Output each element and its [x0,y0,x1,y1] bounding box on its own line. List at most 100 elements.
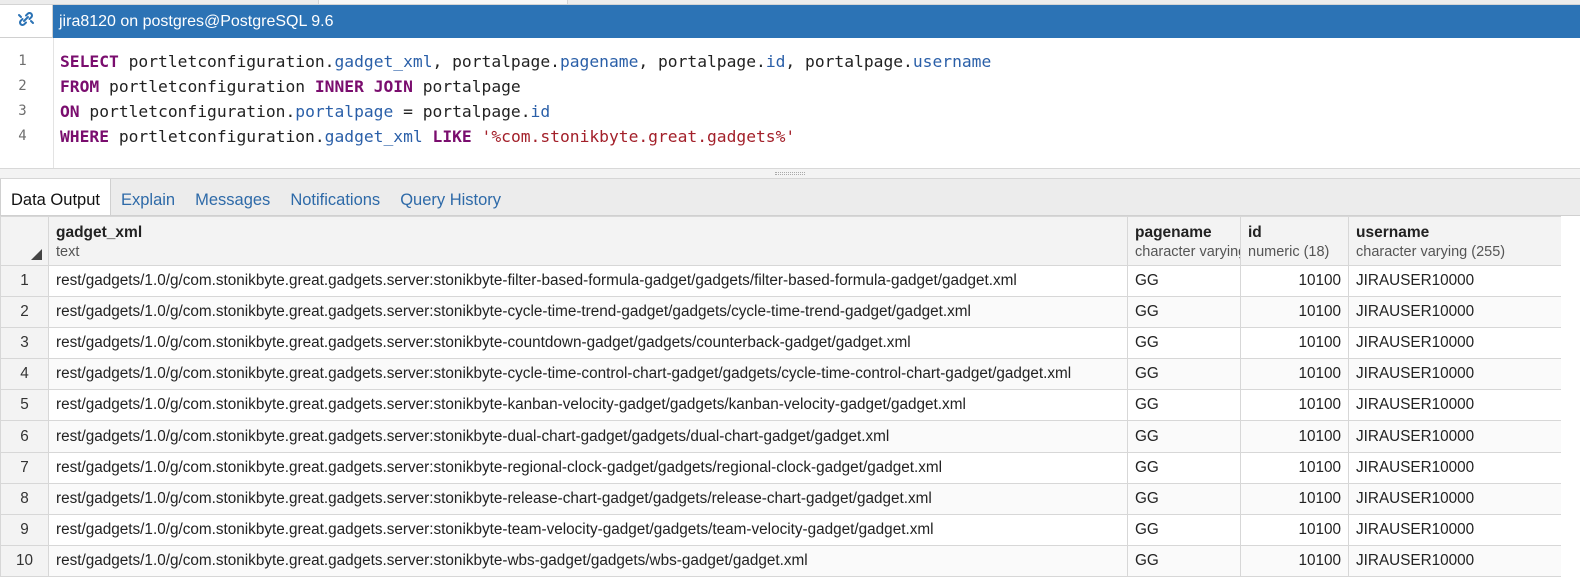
table-row[interactable]: 8 rest/gadgets/1.0/g/com.stonikbyte.great… [0,482,1562,515]
cell-gadget-xml[interactable]: rest/gadgets/1.0/g/com.stonikbyte.great.… [48,327,1128,360]
pane-splitter[interactable] [0,169,1580,179]
top-tab-strip [0,0,1580,5]
cell-id[interactable]: 10100 [1240,513,1349,546]
table-row[interactable]: 2 rest/gadgets/1.0/g/com.stonikbyte.great… [0,296,1562,329]
cell-pagename[interactable]: GG [1127,389,1241,422]
tab-query-history[interactable]: Query History [390,180,511,215]
cell-username[interactable]: JIRAUSER10000 [1348,544,1562,577]
tab-explain[interactable]: Explain [111,180,185,215]
cell-username[interactable]: JIRAUSER10000 [1348,420,1562,453]
table-row[interactable]: 7 rest/gadgets/1.0/g/com.stonikbyte.great… [0,451,1562,484]
splitter-handle[interactable] [775,172,805,175]
column-name: pagename [1135,224,1212,241]
tab-notifications[interactable]: Notifications [280,180,390,215]
row-number[interactable]: 6 [0,420,49,453]
select-all-corner[interactable] [0,216,49,266]
cell-username[interactable]: JIRAUSER10000 [1348,296,1562,329]
sql-code-area[interactable]: SELECT portletconfiguration.gadget_xml, … [54,38,1580,168]
row-number[interactable]: 7 [0,451,49,484]
cell-gadget-xml[interactable]: rest/gadgets/1.0/g/com.stonikbyte.great.… [48,482,1128,515]
cell-pagename[interactable]: GG [1127,544,1241,577]
sql-token-txt: portletconfiguration. [109,127,325,146]
table-row[interactable]: 3 rest/gadgets/1.0/g/com.stonikbyte.great… [0,327,1562,360]
cell-id[interactable]: 10100 [1240,358,1349,391]
row-number[interactable]: 9 [0,513,49,546]
cell-pagename[interactable]: GG [1127,358,1241,391]
table-row[interactable]: 4 rest/gadgets/1.0/g/com.stonikbyte.great… [0,358,1562,391]
column-header-id[interactable]: id numeric (18) [1240,216,1349,266]
cell-id[interactable]: 10100 [1240,420,1349,453]
sql-token-txt: = portalpage. [393,102,531,121]
cell-pagename[interactable]: GG [1127,451,1241,484]
sql-token-str: '%com.stonikbyte.great.gadgets%' [481,127,796,146]
row-number[interactable]: 3 [0,327,49,360]
sql-token-kw: FROM [60,77,100,96]
result-table: gadget_xml text pagename character varyi… [0,216,1562,577]
column-header-username[interactable]: username character varying (255) [1348,216,1562,266]
row-number[interactable]: 8 [0,482,49,515]
table-row[interactable]: 6 rest/gadgets/1.0/g/com.stonikbyte.great… [0,420,1562,453]
sql-token-txt: portletconfiguration. [79,102,296,121]
cell-pagename[interactable]: GG [1127,296,1241,329]
line-number: 3 [18,103,27,119]
cell-gadget-xml[interactable]: rest/gadgets/1.0/g/com.stonikbyte.great.… [48,264,1128,298]
cell-pagename[interactable]: GG [1127,482,1241,515]
cell-gadget-xml[interactable]: rest/gadgets/1.0/g/com.stonikbyte.great.… [48,389,1128,422]
column-header-pagename[interactable]: pagename character varying (255) [1127,216,1241,266]
cell-id[interactable]: 10100 [1240,482,1349,515]
table-row[interactable]: 1 rest/gadgets/1.0/g/com.stonikbyte.great… [0,264,1562,298]
output-tabs: Data Output Explain Messages Notifications Q… [0,178,1580,216]
cell-id[interactable]: 10100 [1240,327,1349,360]
cell-id[interactable]: 10100 [1240,264,1349,298]
cell-username[interactable]: JIRAUSER10000 [1348,264,1562,298]
cell-username[interactable]: JIRAUSER10000 [1348,358,1562,391]
cell-pagename[interactable]: GG [1127,420,1241,453]
cell-gadget-xml[interactable]: rest/gadgets/1.0/g/com.stonikbyte.great.… [48,451,1128,484]
cell-gadget-xml[interactable]: rest/gadgets/1.0/g/com.stonikbyte.great.… [48,513,1128,546]
line-number: 2 [18,78,27,94]
cell-id[interactable]: 10100 [1240,389,1349,422]
code-line[interactable]: ON portletconfiguration.portalpage = por… [60,99,1580,124]
sql-token-fld: portalpage [295,102,394,121]
cell-pagename[interactable]: GG [1127,327,1241,360]
row-number[interactable]: 5 [0,389,49,422]
row-number[interactable]: 1 [0,264,49,298]
cell-id[interactable]: 10100 [1240,451,1349,484]
cell-username[interactable]: JIRAUSER10000 [1348,327,1562,360]
cell-gadget-xml[interactable]: rest/gadgets/1.0/g/com.stonikbyte.great.… [48,358,1128,391]
tab-data-output[interactable]: Data Output [0,178,111,215]
cell-id[interactable]: 10100 [1240,296,1349,329]
connection-link-button[interactable] [0,5,53,38]
cell-gadget-xml[interactable]: rest/gadgets/1.0/g/com.stonikbyte.great.… [48,544,1128,577]
sql-token-kw: SELECT [60,52,119,71]
sql-token-txt: , portalpage. [432,52,560,71]
column-header-gadget-xml[interactable]: gadget_xml text [48,216,1128,266]
query-editor[interactable]: 1234 SELECT portletconfiguration.gadget_… [0,38,1580,169]
tab-messages[interactable]: Messages [185,180,280,215]
row-number[interactable]: 10 [0,544,49,577]
cell-gadget-xml[interactable]: rest/gadgets/1.0/g/com.stonikbyte.great.… [48,296,1128,329]
cell-pagename[interactable]: GG [1127,513,1241,546]
sort-triangle-icon [31,249,42,260]
cell-pagename[interactable]: GG [1127,264,1241,298]
table-row[interactable]: 10 rest/gadgets/1.0/g/com.stonikbyte.grea… [0,544,1562,577]
row-number[interactable]: 2 [0,296,49,329]
cell-id[interactable]: 10100 [1240,544,1349,577]
sql-token-txt [423,127,433,146]
table-row[interactable]: 9 rest/gadgets/1.0/g/com.stonikbyte.great… [0,513,1562,546]
cell-username[interactable]: JIRAUSER10000 [1348,451,1562,484]
table-row[interactable]: 5 rest/gadgets/1.0/g/com.stonikbyte.great… [0,389,1562,422]
code-line[interactable]: WHERE portletconfiguration.gadget_xml LI… [60,124,1580,149]
code-line[interactable]: FROM portletconfiguration INNER JOIN por… [60,74,1580,99]
cell-username[interactable]: JIRAUSER10000 [1348,513,1562,546]
sql-token-fld: gadget_xml [334,52,433,71]
cell-username[interactable]: JIRAUSER10000 [1348,389,1562,422]
cell-gadget-xml[interactable]: rest/gadgets/1.0/g/com.stonikbyte.great.… [48,420,1128,453]
code-line[interactable]: SELECT portletconfiguration.gadget_xml, … [60,49,1580,74]
sql-token-kw: INNER JOIN [314,77,413,96]
cell-username[interactable]: JIRAUSER10000 [1348,482,1562,515]
column-type: character varying (255) [1135,244,1240,260]
row-number[interactable]: 4 [0,358,49,391]
sql-token-txt: portletconfiguration. [118,52,335,71]
active-query-tab[interactable] [318,0,568,4]
